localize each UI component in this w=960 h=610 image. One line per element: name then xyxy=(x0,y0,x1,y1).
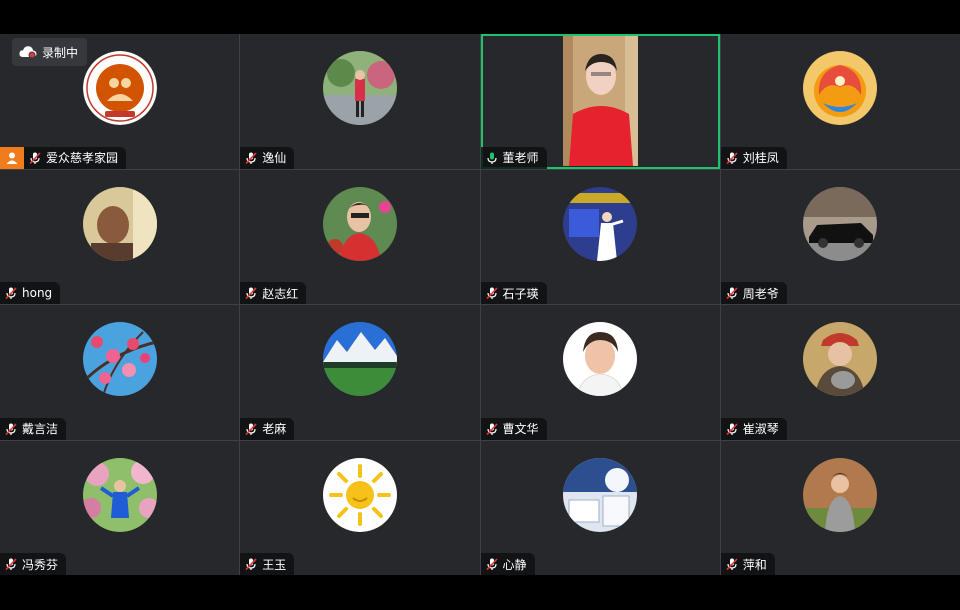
participant-video xyxy=(562,36,638,166)
name-tag: 董老师 xyxy=(480,146,547,169)
name-tag: hong xyxy=(0,282,61,304)
mic-muted-icon xyxy=(726,151,738,164)
participant-tile[interactable]: hong xyxy=(0,169,240,304)
name-tag: 心静 xyxy=(480,553,535,575)
participant-avatar xyxy=(322,186,397,261)
participant-name: 戴言洁 xyxy=(22,422,59,436)
participant-grid: 爱众慈孝家园 逸仙 董老师 刘桂凤 hong 赵志红 石子瑛 周老爷 戴言洁 老… xyxy=(0,34,960,575)
mic-muted-icon xyxy=(5,558,17,571)
participant-name: 刘桂凤 xyxy=(742,151,779,165)
name-tag: 崔淑琴 xyxy=(720,417,787,440)
participant-name: 逸仙 xyxy=(262,151,287,165)
participant-avatar xyxy=(803,186,878,261)
participant-tile[interactable]: 老麻 xyxy=(240,305,480,440)
mic-muted-icon xyxy=(726,422,738,435)
participant-avatar xyxy=(82,186,157,261)
name-tag: 石子瑛 xyxy=(480,282,547,304)
name-tag: 老麻 xyxy=(240,417,295,440)
host-person-icon xyxy=(6,152,18,164)
participant-tile[interactable]: 周老爷 xyxy=(720,169,960,304)
participant-tile-active-speaker[interactable]: 董老师 xyxy=(480,34,720,169)
participant-avatar xyxy=(82,457,157,532)
participant-name: 萍和 xyxy=(742,557,767,572)
recording-indicator[interactable]: 录制中 xyxy=(12,38,88,66)
participant-avatar xyxy=(803,322,878,396)
mic-muted-icon xyxy=(485,422,498,435)
participant-avatar xyxy=(563,457,638,532)
participant-tile[interactable]: 王玉 xyxy=(240,440,480,575)
participant-avatar xyxy=(82,51,157,125)
participant-tile[interactable]: 赵志红 xyxy=(240,169,480,304)
participant-avatar xyxy=(322,457,397,532)
participant-tile[interactable]: 冯秀芬 xyxy=(0,440,240,575)
mic-muted-icon xyxy=(245,287,257,300)
participant-name: 冯秀芬 xyxy=(22,557,59,572)
name-tag: 王玉 xyxy=(240,553,295,575)
participant-name: 心静 xyxy=(502,557,527,572)
participant-name: 老麻 xyxy=(262,422,287,436)
participant-avatar xyxy=(82,322,157,396)
participant-avatar xyxy=(803,51,878,125)
participant-avatar xyxy=(563,322,638,396)
participant-tile[interactable]: 逸仙 xyxy=(240,34,480,169)
name-tag: 爱众慈孝家园 xyxy=(0,146,127,169)
mic-muted-icon xyxy=(245,422,257,435)
name-tag: 刘桂凤 xyxy=(720,146,787,169)
name-tag: 萍和 xyxy=(720,553,775,575)
participant-tile[interactable]: 刘桂凤 xyxy=(720,34,960,169)
mic-muted-icon xyxy=(5,287,17,300)
name-tag: 逸仙 xyxy=(240,146,295,169)
mic-on-icon xyxy=(486,152,497,164)
participant-name: 周老爷 xyxy=(742,286,779,301)
participant-name: 石子瑛 xyxy=(502,286,539,301)
participant-avatar xyxy=(803,457,878,532)
participant-tile[interactable]: 石子瑛 xyxy=(480,169,720,304)
mic-muted-icon xyxy=(726,287,738,300)
mic-muted-icon xyxy=(245,151,257,164)
participant-name: hong xyxy=(22,286,53,300)
recording-label: 录制中 xyxy=(42,45,79,60)
participant-tile[interactable]: 萍和 xyxy=(720,440,960,575)
participant-tile[interactable]: 心静 xyxy=(480,440,720,575)
mic-muted-icon xyxy=(5,422,17,435)
cloud-record-icon xyxy=(19,46,37,59)
mic-muted-icon xyxy=(485,287,498,300)
participant-avatar xyxy=(322,322,397,396)
participant-name: 曹文华 xyxy=(502,422,539,436)
participant-tile[interactable]: 崔淑琴 xyxy=(720,305,960,440)
participant-name: 赵志红 xyxy=(262,286,299,301)
participant-name: 崔淑琴 xyxy=(742,422,779,436)
participant-name: 爱众慈孝家园 xyxy=(46,151,119,165)
name-tag: 戴言洁 xyxy=(0,417,67,440)
name-tag: 曹文华 xyxy=(480,417,547,440)
participant-tile[interactable]: 曹文华 xyxy=(480,305,720,440)
name-tag: 周老爷 xyxy=(720,282,787,304)
participant-name: 董老师 xyxy=(502,151,539,165)
name-tag: 冯秀芬 xyxy=(0,553,67,575)
mic-muted-icon xyxy=(726,558,738,571)
mic-muted-icon xyxy=(485,558,498,571)
participant-avatar xyxy=(563,186,638,261)
host-badge xyxy=(0,146,24,169)
participant-tile[interactable]: 戴言洁 xyxy=(0,305,240,440)
mic-muted-icon xyxy=(29,151,41,164)
participant-avatar xyxy=(322,51,397,125)
mic-muted-icon xyxy=(245,558,257,571)
name-tag: 赵志红 xyxy=(240,282,307,304)
participant-name: 王玉 xyxy=(262,557,287,572)
